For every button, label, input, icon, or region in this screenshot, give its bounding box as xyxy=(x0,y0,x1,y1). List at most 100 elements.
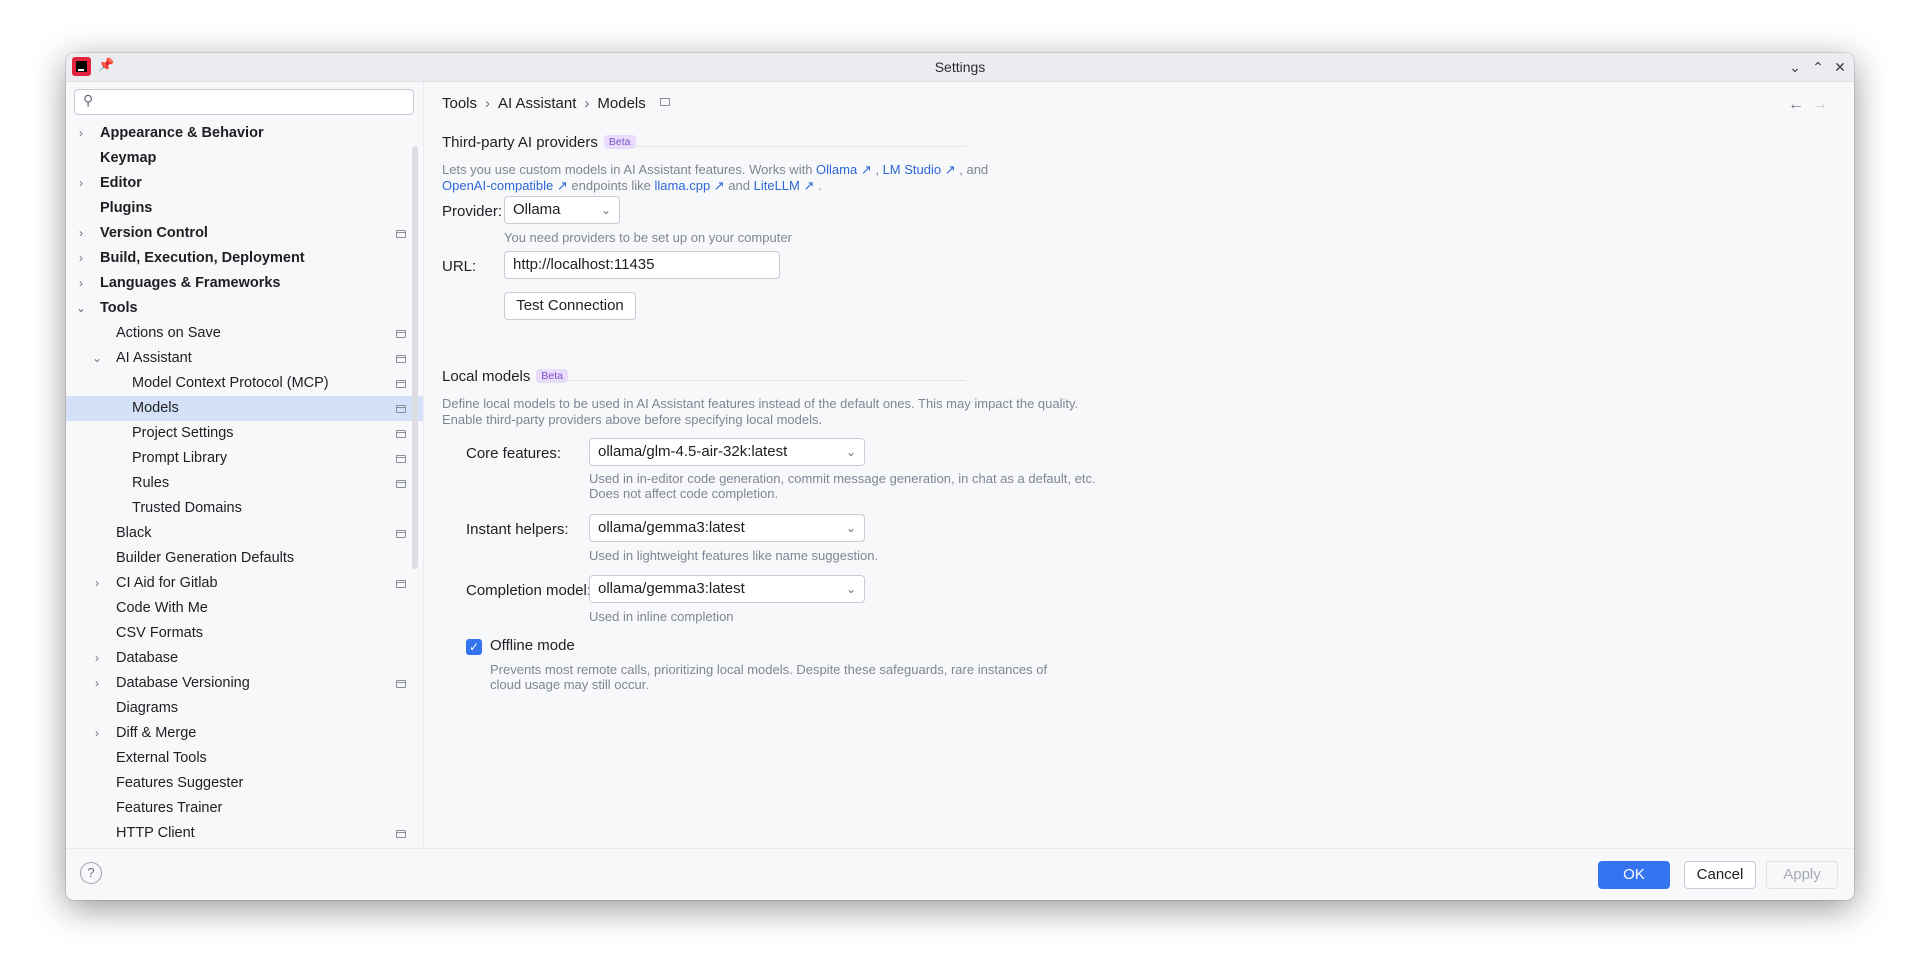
sidebar-item[interactable]: Diagrams xyxy=(66,696,423,721)
minimize-icon[interactable]: ⌄ xyxy=(1784,56,1806,78)
lm-studio-link[interactable]: LM Studio ↗ xyxy=(883,162,956,177)
sidebar-item[interactable]: HTTP Client xyxy=(66,821,423,846)
sidebar-item[interactable]: Plugins xyxy=(66,196,423,221)
breadcrumb-separator: › xyxy=(584,95,590,112)
project-scope-icon xyxy=(396,405,406,413)
sidebar-item[interactable]: Features Suggester xyxy=(66,771,423,796)
sidebar-item-label: Project Settings xyxy=(132,425,234,441)
chevron-right-icon[interactable]: › xyxy=(74,171,88,196)
chevron-right-icon[interactable]: › xyxy=(74,246,88,271)
breadcrumb-separator: › xyxy=(485,95,491,112)
sidebar-item[interactable]: Builder Generation Defaults xyxy=(66,546,423,571)
sidebar-item[interactable]: Models xyxy=(66,396,423,421)
desc-line-1: Define local models to be used in AI Ass… xyxy=(442,396,1079,411)
maximize-icon[interactable]: ⌃ xyxy=(1807,56,1829,78)
apply-button[interactable]: Apply xyxy=(1766,861,1838,889)
sidebar-item[interactable]: Code With Me xyxy=(66,596,423,621)
completion-model-hint: Used in inline completion xyxy=(589,609,734,624)
chevron-right-icon[interactable]: › xyxy=(74,271,88,296)
core-features-select[interactable]: ollama/glm-4.5-air-32k:latest ⌄ xyxy=(589,438,865,466)
sidebar-item[interactable]: › Database Versioning xyxy=(66,671,423,696)
chevron-right-icon[interactable]: › xyxy=(90,646,104,671)
desc-text: Lets you use custom models in AI Assista… xyxy=(442,162,817,177)
openai-compatible-link[interactable]: OpenAI-compatible ↗ xyxy=(442,178,568,193)
chevron-right-icon[interactable]: › xyxy=(90,721,104,746)
core-hint-line-2: Does not affect code completion. xyxy=(589,486,779,501)
test-connection-button[interactable]: Test Connection xyxy=(504,292,636,320)
litellm-link[interactable]: LiteLLM ↗ xyxy=(754,178,815,193)
completion-model-select[interactable]: ollama/gemma3:latest ⌄ xyxy=(589,575,865,603)
sidebar-item[interactable]: › Build, Execution, Deployment xyxy=(66,246,423,271)
third-party-section-title: Third-party AI providers Beta xyxy=(442,134,636,151)
sidebar-item-label: Build, Execution, Deployment xyxy=(100,250,305,266)
close-icon[interactable]: ✕ xyxy=(1829,56,1851,78)
sidebar-item[interactable]: ⌄ Tools xyxy=(66,296,423,321)
help-icon[interactable]: ? xyxy=(80,862,102,884)
sidebar-item-label: Languages & Frameworks xyxy=(100,275,281,291)
sidebar-item-label: Trusted Domains xyxy=(132,500,242,516)
sidebar-item-label: Diagrams xyxy=(116,700,179,716)
llama-cpp-link[interactable]: llama.cpp ↗ xyxy=(655,178,725,193)
chevron-right-icon[interactable]: › xyxy=(74,121,88,146)
ok-button[interactable]: OK xyxy=(1598,861,1670,889)
sidebar-item[interactable]: Trusted Domains xyxy=(66,496,423,521)
sidebar-item[interactable]: Features Trainer xyxy=(66,796,423,821)
ollama-link[interactable]: Ollama ↗ xyxy=(816,162,872,177)
sidebar-item[interactable]: › Appearance & Behavior xyxy=(66,121,423,146)
sidebar-item[interactable]: › Languages & Frameworks xyxy=(66,271,423,296)
desc-line-2: Enable third-party providers above befor… xyxy=(442,412,823,427)
core-hint-line-1: Used in in-editor code generation, commi… xyxy=(589,471,1096,486)
local-models-section-title: Local models Beta xyxy=(442,368,568,385)
third-party-title-text: Third-party AI providers xyxy=(442,134,598,151)
breadcrumb-ai-assistant[interactable]: AI Assistant xyxy=(498,95,576,112)
url-field[interactable]: http://localhost:11435 xyxy=(504,251,780,279)
forward-arrow-icon[interactable]: → xyxy=(1812,96,1836,113)
sidebar-scrollbar[interactable] xyxy=(412,146,418,569)
sidebar-item[interactable]: › Diff & Merge xyxy=(66,721,423,746)
project-scope-icon xyxy=(396,355,406,363)
sidebar-item[interactable]: Model Context Protocol (MCP) xyxy=(66,371,423,396)
chevron-right-icon[interactable]: › xyxy=(90,671,104,696)
breadcrumb-tools[interactable]: Tools xyxy=(442,95,477,112)
provider-hint: You need providers to be set up on your … xyxy=(504,230,792,245)
project-scope-icon xyxy=(396,430,406,438)
completion-model-label: Completion model: xyxy=(466,582,592,599)
sidebar-item[interactable]: › Editor xyxy=(66,171,423,196)
chevron-down-icon[interactable]: ⌄ xyxy=(90,346,104,371)
provider-select[interactable]: Ollama ⌄ xyxy=(504,196,620,224)
search-input[interactable] xyxy=(103,92,407,114)
search-icon: ⚲ xyxy=(83,92,94,108)
sidebar-item[interactable]: › Version Control xyxy=(66,221,423,246)
cancel-button[interactable]: Cancel xyxy=(1684,861,1756,889)
project-scope-icon xyxy=(396,455,406,463)
offline-mode-checkbox[interactable]: ✓ xyxy=(466,639,482,655)
instant-helpers-select[interactable]: ollama/gemma3:latest ⌄ xyxy=(589,514,865,542)
sidebar-item[interactable]: › CI Aid for Gitlab xyxy=(66,571,423,596)
offline-mode-label[interactable]: Offline mode xyxy=(490,637,575,654)
sidebar-item[interactable]: Rules xyxy=(66,471,423,496)
sidebar-item[interactable]: External Tools xyxy=(66,746,423,771)
chevron-right-icon[interactable]: › xyxy=(74,221,88,246)
sidebar-item-label: Features Suggester xyxy=(116,775,244,791)
sidebar-item[interactable]: CSV Formats xyxy=(66,621,423,646)
sidebar-item[interactable]: › Database xyxy=(66,646,423,671)
search-box[interactable]: ⚲ xyxy=(74,89,414,115)
sidebar-item[interactable]: Prompt Library xyxy=(66,446,423,471)
sidebar-item-label: Version Control xyxy=(100,225,208,241)
desc-text: and xyxy=(724,178,754,193)
provider-value: Ollama xyxy=(513,201,561,218)
project-scope-icon xyxy=(659,98,670,106)
sidebar-item[interactable]: Black xyxy=(66,521,423,546)
chevron-down-icon[interactable]: ⌄ xyxy=(74,296,88,321)
chevron-down-icon: ⌄ xyxy=(845,445,856,459)
sidebar-item[interactable]: Actions on Save xyxy=(66,321,423,346)
sidebar-item[interactable]: Keymap xyxy=(66,146,423,171)
section-divider xyxy=(616,146,966,147)
project-scope-icon xyxy=(396,330,406,338)
sidebar-item[interactable]: ⌄ AI Assistant xyxy=(66,346,423,371)
title-bar: 📌 Settings ⌄ ⌃ ✕ xyxy=(66,53,1854,82)
sidebar-item[interactable]: Project Settings xyxy=(66,421,423,446)
chevron-right-icon[interactable]: › xyxy=(90,571,104,596)
back-arrow-icon[interactable]: ← xyxy=(1788,96,1812,113)
project-scope-icon xyxy=(396,480,406,488)
